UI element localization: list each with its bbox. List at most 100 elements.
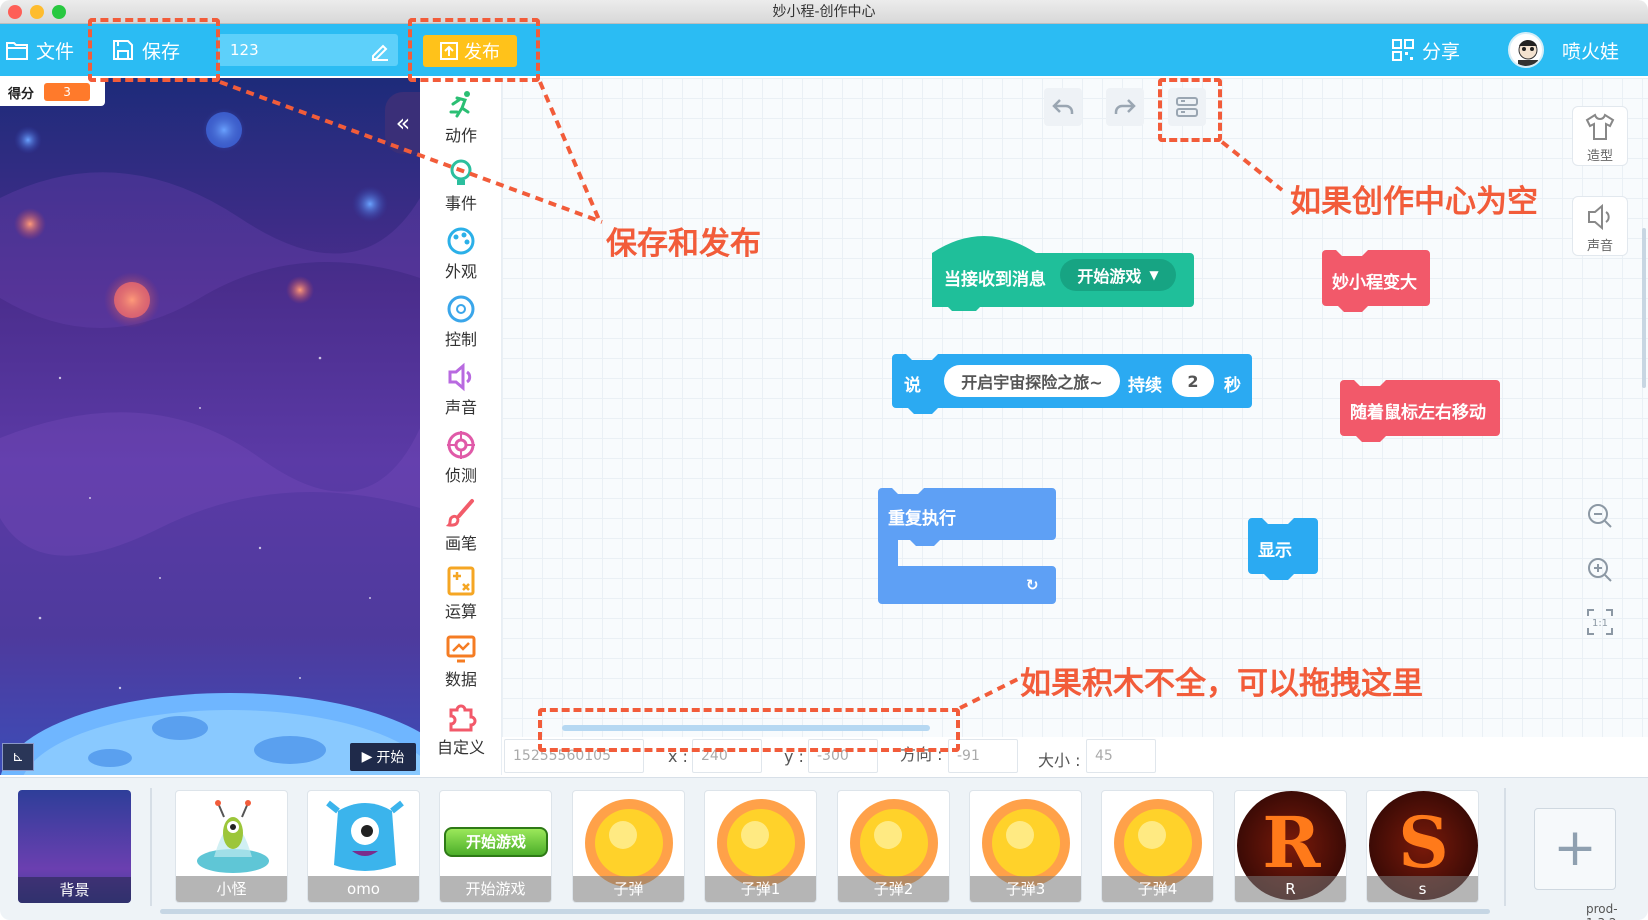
- minimize-window-button[interactable]: [30, 5, 44, 19]
- sprite-name: 背景: [18, 877, 131, 903]
- divider: [150, 788, 152, 906]
- share-button[interactable]: 分享: [1392, 24, 1460, 76]
- add-sprite-button[interactable]: +: [1534, 808, 1616, 890]
- maximize-window-button[interactable]: [52, 5, 66, 19]
- undo-button[interactable]: [1044, 88, 1082, 126]
- sprite-thumbnail[interactable]: 子弹1: [704, 790, 817, 903]
- follow-mouse-label: 随着鼠标左右移动: [1350, 403, 1486, 423]
- double-chevron-left-icon: «: [395, 109, 411, 137]
- category-looks[interactable]: 外观: [420, 220, 502, 288]
- category-events[interactable]: 事件: [420, 152, 502, 220]
- seconds-input[interactable]: 2: [1172, 365, 1214, 397]
- say-text-value: 开启宇宙探险之旅~: [961, 373, 1103, 392]
- collapse-stage-button[interactable]: «: [385, 92, 420, 154]
- target-arrows-icon: [447, 295, 475, 323]
- category-control[interactable]: 控制: [420, 288, 502, 356]
- category-pen[interactable]: 画笔: [420, 492, 502, 560]
- zoom-out-icon: [1588, 504, 1612, 528]
- costume-tab[interactable]: 造型: [1572, 106, 1628, 166]
- sprite-name: 子弹: [573, 876, 684, 902]
- chart-monitor-icon: [446, 635, 476, 663]
- ruler-toggle-button[interactable]: ⊾: [2, 743, 34, 771]
- redo-button[interactable]: [1106, 88, 1144, 126]
- category-label: 动作: [444, 126, 477, 145]
- drag-here-annotation: 如果积木不全，可以拖拽这里: [1020, 666, 1423, 702]
- project-name-value: 123: [230, 41, 259, 59]
- share-label: 分享: [1422, 40, 1461, 63]
- zoom-in-button[interactable]: [1582, 552, 1618, 588]
- when-receive-message-block[interactable]: 当接收到消息 开始游戏 ▼: [932, 233, 1194, 311]
- close-window-button[interactable]: [8, 5, 22, 19]
- grow-block-label: 妙小程变大: [1332, 273, 1417, 293]
- speaker-icon: [448, 362, 472, 392]
- avatar[interactable]: [1508, 32, 1544, 68]
- sprite-thumbnail[interactable]: 子弹: [572, 790, 685, 903]
- sound-tab-label: 声音: [1586, 239, 1613, 254]
- category-sensing[interactable]: 侦测: [420, 424, 502, 492]
- category-operators[interactable]: 运算: [420, 560, 502, 628]
- arrange-highlight-box: [1158, 78, 1222, 142]
- category-motion[interactable]: 动作: [420, 84, 502, 152]
- plus-icon: +: [1553, 818, 1597, 878]
- vertical-scrollbar[interactable]: [1642, 228, 1646, 388]
- edit-pencil-icon[interactable]: [370, 41, 390, 61]
- category-sound[interactable]: 声音: [420, 356, 502, 424]
- say-for-seconds-block[interactable]: 说 开启宇宙探险之旅~ 持续 2 秒: [892, 354, 1252, 416]
- svg-text:1:1: 1:1: [1592, 618, 1608, 629]
- category-custom[interactable]: 自定义: [420, 696, 502, 764]
- sprite-thumbnail[interactable]: R R: [1234, 790, 1347, 903]
- folder-icon: [6, 42, 28, 60]
- zoom-reset-button[interactable]: 1:1: [1582, 604, 1618, 640]
- username-label: 喷火娃: [1562, 40, 1620, 63]
- stage-preview[interactable]: 得分 3 « ⊾ ▶ 开始: [0, 78, 420, 775]
- sprite-thumbnail[interactable]: S s: [1366, 790, 1479, 903]
- when-receive-label: 当接收到消息: [944, 270, 1046, 290]
- start-game-button-image: 开始游戏: [444, 827, 548, 857]
- sprite-name: omo: [308, 876, 419, 902]
- category-data[interactable]: 数据: [420, 628, 502, 696]
- paintbrush-icon: [445, 499, 474, 527]
- lightbulb-icon: [450, 159, 472, 185]
- sprite-thumbnail[interactable]: 小怪: [175, 790, 288, 903]
- ruler-icon: ⊾: [12, 749, 24, 765]
- username[interactable]: 喷火娃: [1562, 24, 1619, 76]
- shirt-icon: [1585, 113, 1615, 140]
- show-label: 显示: [1258, 541, 1292, 561]
- project-name-field[interactable]: 123: [218, 34, 398, 66]
- sprite-thumbnail[interactable]: 子弹4: [1101, 790, 1214, 903]
- start-button[interactable]: ▶ 开始: [350, 743, 416, 771]
- category-label: 外观: [444, 262, 477, 281]
- show-block[interactable]: 显示: [1248, 518, 1318, 580]
- size-value: 45: [1095, 748, 1113, 764]
- qr-grid-icon: [1392, 39, 1414, 61]
- backdrop-thumbnail[interactable]: 背景: [18, 790, 131, 903]
- custom-block-follow-mouse[interactable]: 随着鼠标左右移动: [1340, 380, 1500, 442]
- size-field[interactable]: 45: [1086, 739, 1156, 773]
- omo-monster-image: [326, 800, 404, 871]
- sprite-list-scrollbar[interactable]: [160, 909, 1490, 914]
- category-label: 运算: [444, 602, 477, 621]
- sprite-thumbnail[interactable]: 子弹3: [969, 790, 1082, 903]
- file-menu-button[interactable]: 文件: [6, 24, 74, 76]
- zoom-out-button[interactable]: [1582, 498, 1618, 534]
- start-label: 开始: [376, 750, 405, 766]
- category-label: 控制: [444, 330, 477, 349]
- sprite-name: 子弹4: [1102, 876, 1213, 902]
- forever-loop-block[interactable]: 重复执行 ↻: [878, 488, 1056, 604]
- sprite-name: 小怪: [176, 876, 287, 902]
- sprite-thumbnail[interactable]: 子弹2: [837, 790, 950, 903]
- sprite-thumbnail[interactable]: omo: [307, 790, 420, 903]
- sound-tab[interactable]: 声音: [1572, 196, 1628, 256]
- sprite-name: R: [1235, 876, 1346, 902]
- sprite-name: 子弹2: [838, 876, 949, 902]
- costume-tab-label: 造型: [1586, 149, 1613, 164]
- speaker-icon: [1588, 203, 1610, 231]
- seconds-unit-label: 秒: [1224, 376, 1241, 396]
- message-dropdown[interactable]: 开始游戏 ▼: [1060, 259, 1176, 291]
- score-value: 3: [44, 83, 91, 101]
- crosshair-icon: [447, 431, 475, 459]
- say-text-input[interactable]: 开启宇宙探险之旅~: [944, 365, 1120, 397]
- app-window: 妙小程-创作中心 文件 保存 123 发布 分享 喷火娃 得分 3 « ⊾ ▶ …: [0, 0, 1648, 920]
- custom-block-grow[interactable]: 妙小程变大: [1322, 250, 1430, 312]
- sprite-thumbnail[interactable]: 开始游戏 开始游戏: [439, 790, 552, 903]
